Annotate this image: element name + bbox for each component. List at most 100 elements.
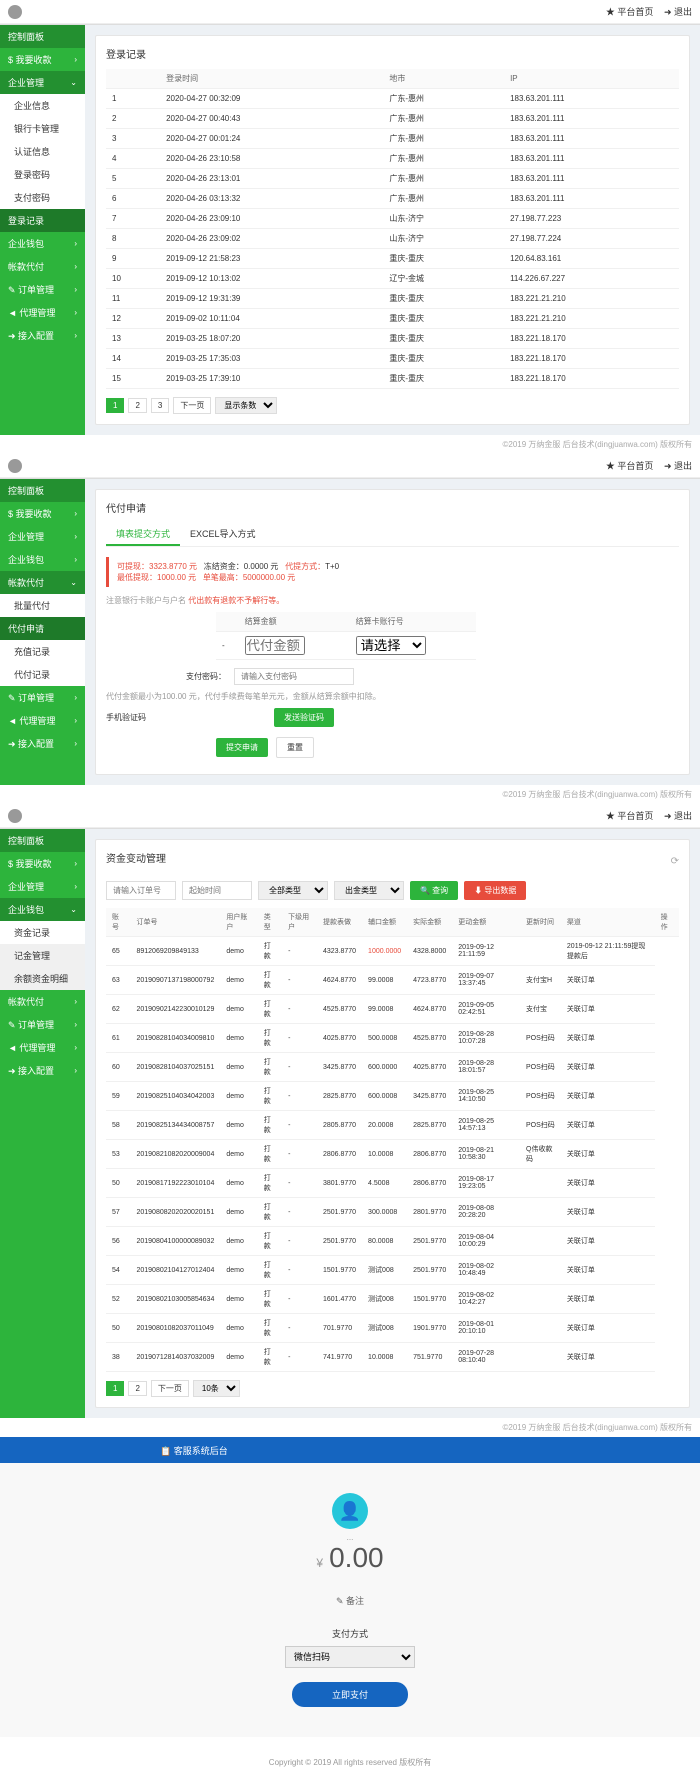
pay-amount: ¥0.00 — [0, 1542, 700, 1574]
table-row: 22020-04-27 00:40:43广东-惠州183.63.201.111 — [106, 109, 679, 129]
submenu-fundlog[interactable]: 资金记录 — [0, 921, 85, 944]
remark-link[interactable]: ✎ 备注 — [336, 1594, 364, 1607]
bank-select[interactable]: 请选择 — [356, 636, 426, 655]
menu-payout[interactable]: 帐款代付⌄ — [0, 571, 85, 594]
submenu-apply[interactable]: 代付申请 — [0, 617, 85, 640]
menu-orders[interactable]: ✎ 订单管理› — [0, 686, 85, 709]
submenu-batch[interactable]: 批量代付 — [0, 594, 85, 617]
page-3[interactable]: 3 — [151, 398, 169, 413]
menu-payout[interactable]: 帐款代付› — [0, 255, 85, 278]
tab-form[interactable]: 填表提交方式 — [106, 523, 180, 546]
export-button[interactable]: ⬇ 导出数据 — [464, 881, 526, 900]
menu-config[interactable]: ➜ 接入配置› — [0, 324, 85, 347]
menu-payout[interactable]: 帐款代付› — [0, 990, 85, 1013]
home-link[interactable]: ★ 平台首页 — [606, 461, 654, 471]
submenu-info[interactable]: 企业信息 — [0, 94, 85, 117]
submenu-password[interactable]: 登录密码 — [0, 163, 85, 186]
table-row: 42020-04-26 23:10:58广东-惠州183.63.201.111 — [106, 149, 679, 169]
search-button[interactable]: 🔍 查询 — [410, 881, 458, 900]
menu-wallet[interactable]: 企业钱包› — [0, 232, 85, 255]
submenu-fundmgr[interactable]: 记金管理 — [0, 944, 85, 967]
menu-collect[interactable]: $ 我要收款› — [0, 502, 85, 525]
logout-link[interactable]: ➜ 退出 — [664, 461, 692, 471]
footer: ©2019 万纳金服 后台技术(dingjuanwa.com) 版权所有 — [0, 435, 700, 454]
table-header: 用户账户 — [220, 908, 257, 937]
pay-button[interactable]: 立即支付 — [292, 1682, 408, 1707]
menu-agent[interactable]: ◄ 代理管理› — [0, 301, 85, 324]
type-select-1[interactable]: 全部类型 — [258, 881, 328, 900]
menu-enterprise[interactable]: 企业管理⌄ — [0, 71, 85, 94]
menu-dashboard[interactable]: 控制面板 — [0, 479, 85, 502]
page-1[interactable]: 1 — [106, 398, 124, 413]
menu-orders[interactable]: ✎ 订单管理› — [0, 1013, 85, 1036]
menu-enterprise[interactable]: 企业管理› — [0, 525, 85, 548]
logout-link[interactable]: ➜ 退出 — [664, 811, 692, 821]
page-2[interactable]: 2 — [128, 398, 146, 413]
amount-input[interactable] — [245, 636, 305, 655]
page-next[interactable]: 下一页 — [173, 397, 211, 414]
avatar-icon — [8, 5, 22, 19]
table-row: 112019-09-12 19:31:39重庆-重庆183.221.21.210 — [106, 289, 679, 309]
menu-agent[interactable]: ◄ 代理管理› — [0, 1036, 85, 1059]
submenu-bank[interactable]: 银行卡管理 — [0, 117, 85, 140]
table-row: 12020-04-27 00:32:09广东-惠州183.63.201.111 — [106, 89, 679, 109]
menu-wallet[interactable]: 企业钱包⌄ — [0, 898, 85, 921]
type-select-2[interactable]: 出金类型 — [334, 881, 404, 900]
submit-button[interactable]: 提交申请 — [216, 738, 268, 757]
pay-header: 📋 客服系统后台 — [0, 1437, 700, 1463]
menu-config[interactable]: ➜ 接入配置› — [0, 1059, 85, 1082]
table-header: 提款表做 — [317, 908, 362, 937]
submenu-payoutlog[interactable]: 代付记录 — [0, 663, 85, 686]
menu-collect[interactable]: $ 我要收款› — [0, 48, 85, 71]
submenu-loginlog[interactable]: 登录记录 — [0, 209, 85, 232]
send-code-button[interactable]: 发送验证码 — [274, 708, 334, 727]
tab-excel[interactable]: EXCEL导入方式 — [180, 523, 266, 546]
table-header: 类型 — [258, 908, 282, 937]
method-select[interactable]: 微信扫码 — [285, 1646, 415, 1668]
order-input[interactable] — [106, 881, 176, 900]
page-next[interactable]: 下一页 — [151, 1380, 189, 1397]
table-row: 62020-04-26 03:13:32广东-惠州183.63.201.111 — [106, 189, 679, 209]
menu-wallet[interactable]: 企业钱包› — [0, 548, 85, 571]
table-header: 订单号 — [130, 908, 220, 937]
menu-orders[interactable]: ✎ 订单管理› — [0, 278, 85, 301]
footer: ©2019 万纳金服 后台技术(dingjuanwa.com) 版权所有 — [0, 785, 700, 804]
time-input[interactable] — [182, 881, 252, 900]
submenu-auth[interactable]: 认证信息 — [0, 140, 85, 163]
table-row: 5620190804100000089032demo打款-2501.977080… — [106, 1227, 679, 1256]
page-1[interactable]: 1 — [106, 1381, 124, 1396]
user-icon: 👤 — [332, 1493, 368, 1529]
table-header: 实际金额 — [407, 908, 452, 937]
menu-enterprise[interactable]: 企业管理› — [0, 875, 85, 898]
menu-collect[interactable]: $ 我要收款› — [0, 852, 85, 875]
home-link[interactable]: ★ 平台首页 — [606, 7, 654, 17]
submenu-balance[interactable]: 余额资金明细 — [0, 967, 85, 990]
refresh-icon[interactable]: ⟳ — [671, 856, 679, 867]
table-row: 92019-09-12 21:58:23重庆-重庆120.64.83.161 — [106, 249, 679, 269]
menu-config[interactable]: ➜ 接入配置› — [0, 732, 85, 755]
reset-button[interactable]: 重置 — [276, 737, 314, 758]
table-header: 更动金额 — [452, 908, 520, 937]
sidebar: 控制面板 $ 我要收款› 企业管理⌄ 企业信息 银行卡管理 认证信息 登录密码 … — [0, 25, 85, 435]
table-row: 52020-04-26 23:13:01广东-惠州183.63.201.111 — [106, 169, 679, 189]
table-row: 5020190801082037011049demo打款-701.9770测试0… — [106, 1314, 679, 1343]
submenu-recharge[interactable]: 充值记录 — [0, 640, 85, 663]
menu-dashboard[interactable]: 控制面板 — [0, 829, 85, 852]
table-row: 5320190821082020009004demo打款-2806.877010… — [106, 1140, 679, 1169]
pagination: 1 2 3 下一页 显示条数 — [106, 397, 679, 414]
menu-dashboard[interactable]: 控制面板 — [0, 25, 85, 48]
pagesize-select[interactable]: 显示条数 — [215, 397, 277, 414]
table-row: 5220190802103005854634demo打款-1601.4770测试… — [106, 1285, 679, 1314]
table-header: 账号 — [106, 908, 130, 937]
submenu-paypwd[interactable]: 支付密码 — [0, 186, 85, 209]
topbar: ★ 平台首页 ➜ 退出 — [0, 454, 700, 478]
paypwd-input[interactable] — [234, 668, 354, 685]
panel-login-log: ★ 平台首页 ➜ 退出 控制面板 $ 我要收款› 企业管理⌄ 企业信息 银行卡管… — [0, 0, 700, 454]
pagesize-select[interactable]: 10条 — [193, 1380, 240, 1397]
page-2[interactable]: 2 — [128, 1381, 146, 1396]
topbar: ★ 平台首页 ➜ 退出 — [0, 804, 700, 828]
menu-agent[interactable]: ◄ 代理管理› — [0, 709, 85, 732]
home-link[interactable]: ★ 平台首页 — [606, 811, 654, 821]
logout-link[interactable]: ➜ 退出 — [664, 7, 692, 17]
pagination: 1 2 下一页 10条 — [106, 1380, 679, 1397]
